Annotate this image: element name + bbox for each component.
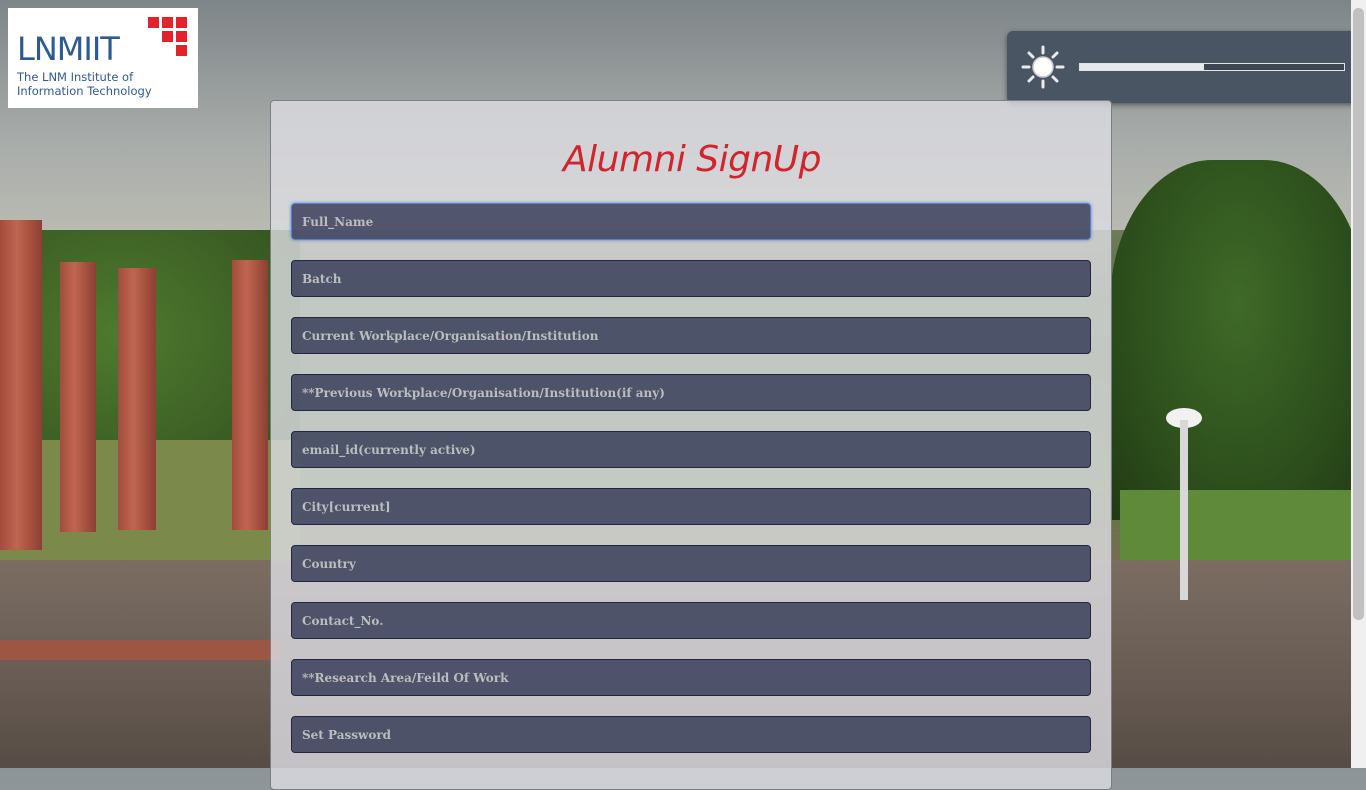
email-input[interactable] xyxy=(291,431,1091,468)
institute-logo: LNMIIT The LNM Institute of Information … xyxy=(8,8,198,108)
pillar xyxy=(232,260,268,530)
flower-bed xyxy=(0,640,280,660)
logo-name: LNMIIT xyxy=(17,30,120,68)
country-input[interactable] xyxy=(291,545,1091,582)
pillar xyxy=(118,268,156,530)
logo-subtitle-line1: The LNM Institute of xyxy=(17,70,134,84)
form-title: Alumni SignUp xyxy=(563,139,822,180)
brightness-slider-fill xyxy=(1080,64,1205,70)
research-area-input[interactable] xyxy=(291,659,1091,696)
full-name-input[interactable] xyxy=(291,203,1091,240)
pillar xyxy=(60,262,96,532)
previous-workplace-input[interactable] xyxy=(291,374,1091,411)
password-input[interactable] xyxy=(291,716,1091,753)
signup-form: Alumni SignUp xyxy=(270,100,1112,790)
batch-input[interactable] xyxy=(291,260,1091,297)
logo-subtitle: The LNM Institute of Information Technol… xyxy=(17,70,152,98)
brightness-widget xyxy=(1007,31,1359,103)
logo-subtitle-line2: Information Technology xyxy=(17,84,152,98)
lamp-post xyxy=(1180,420,1188,600)
sun-icon xyxy=(1021,45,1065,89)
page-scrollbar[interactable] xyxy=(1351,0,1366,768)
current-workplace-input[interactable] xyxy=(291,317,1091,354)
trees-right xyxy=(1110,160,1366,520)
pillar xyxy=(0,220,42,550)
city-input[interactable] xyxy=(291,488,1091,525)
scrollbar-thumb[interactable] xyxy=(1353,8,1364,620)
brightness-slider[interactable] xyxy=(1079,63,1345,71)
logo-grid-icon xyxy=(148,17,188,57)
contact-number-input[interactable] xyxy=(291,602,1091,639)
